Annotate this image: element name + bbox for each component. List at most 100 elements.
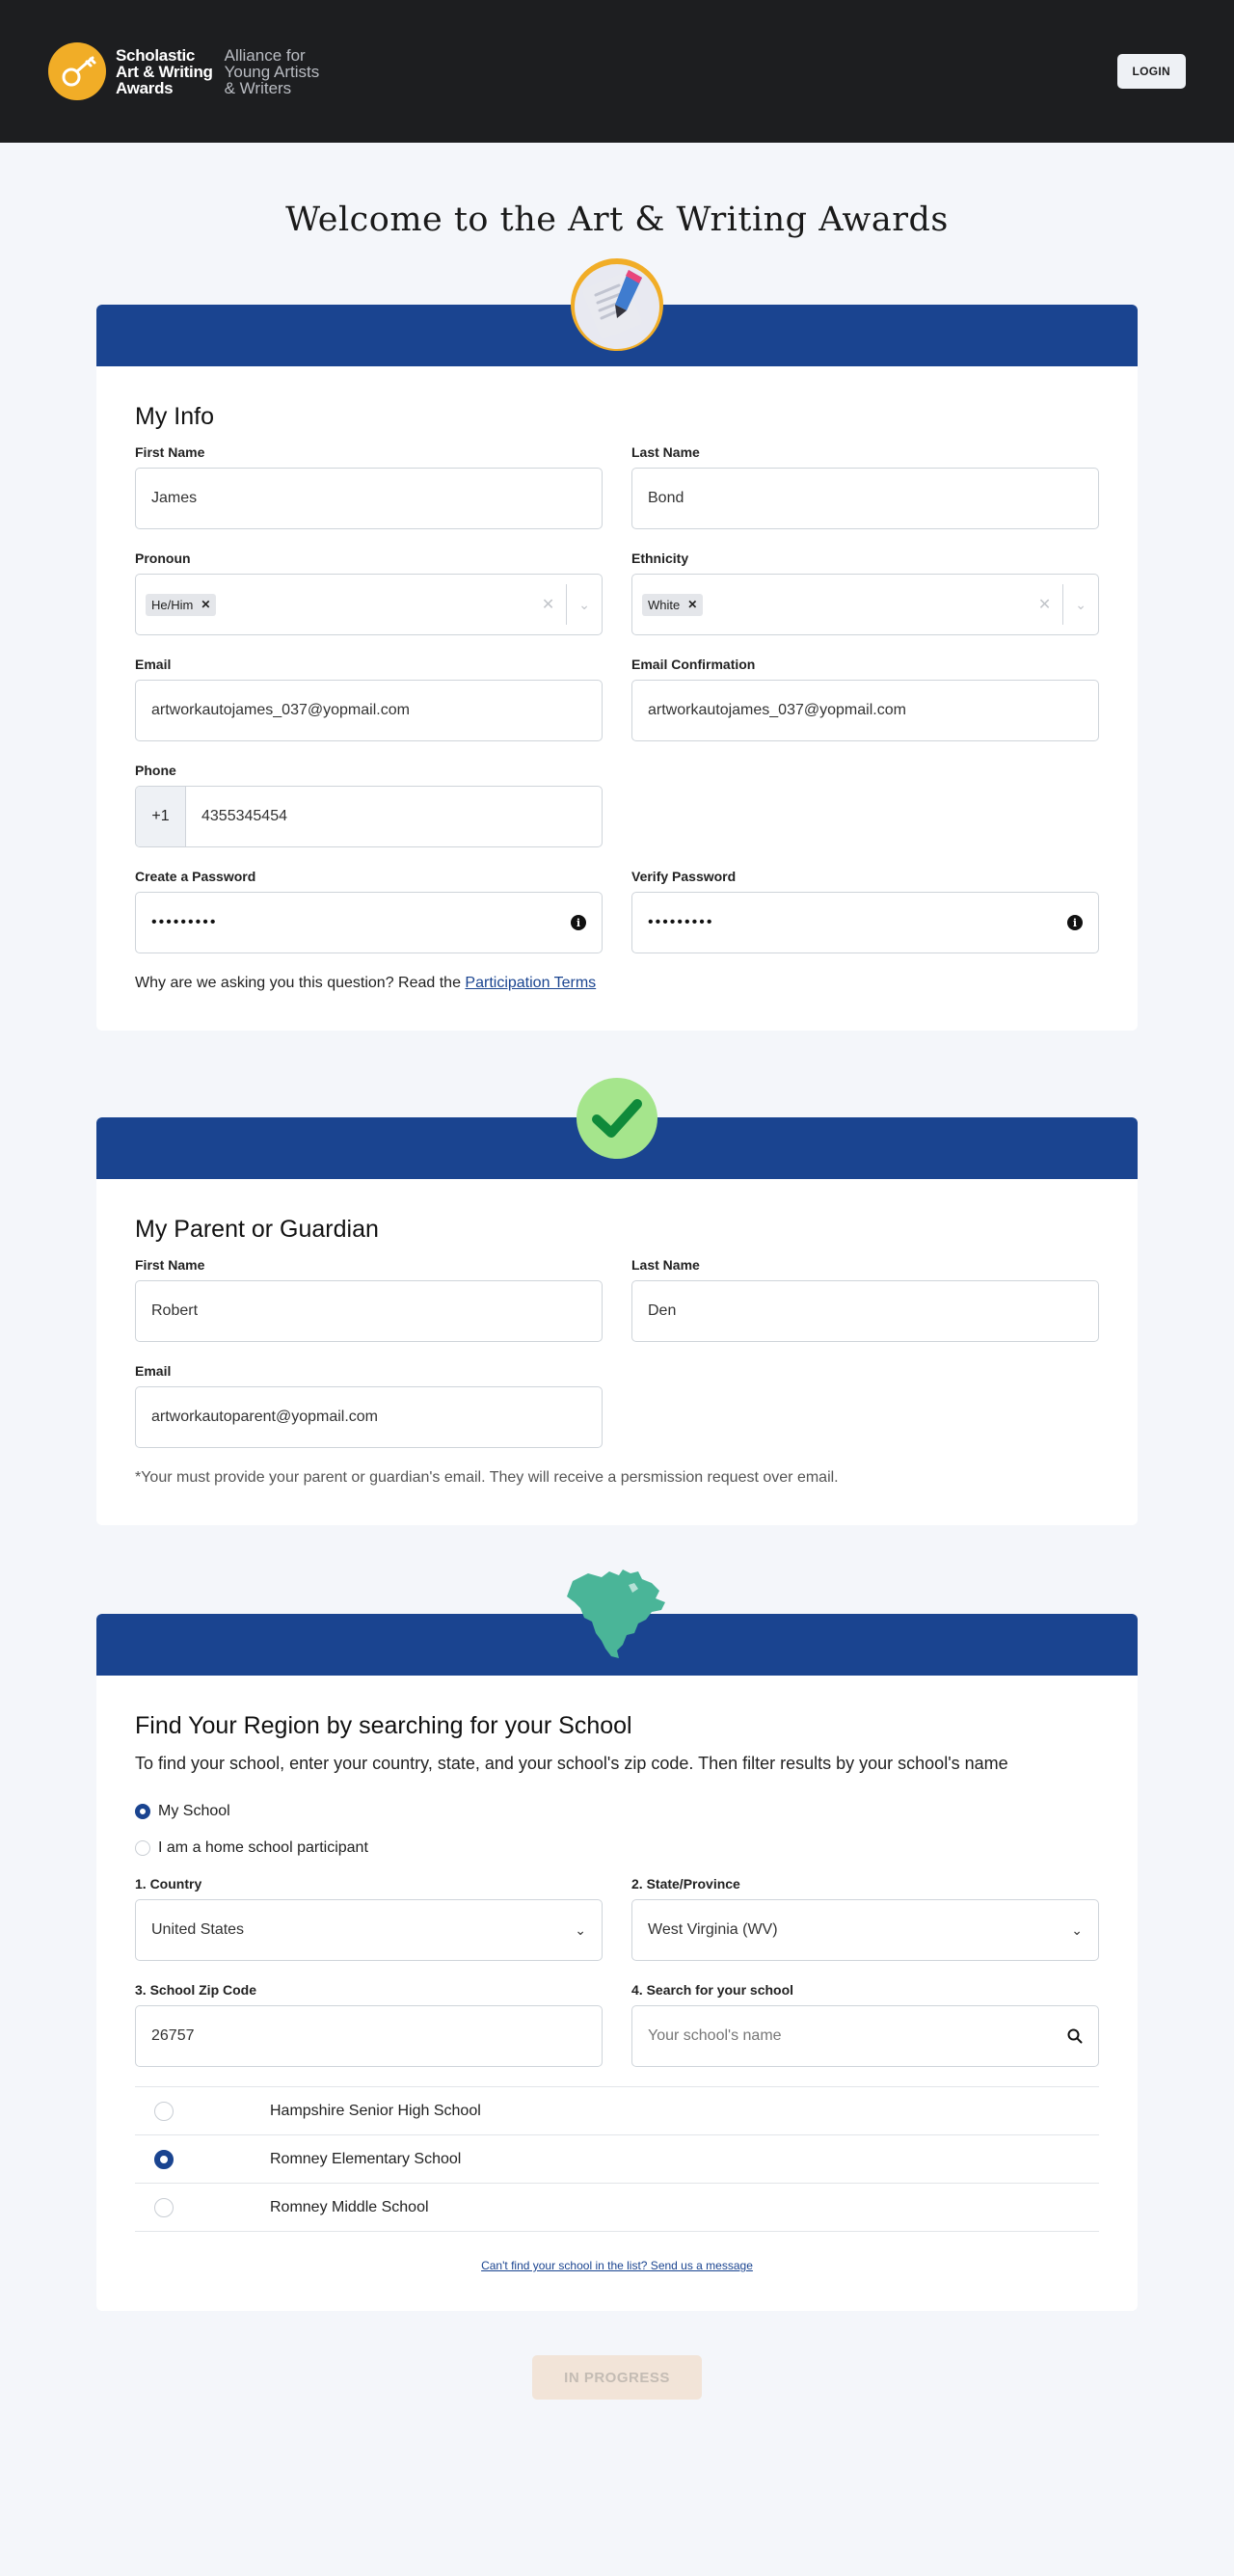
- ethnicity-label: Ethnicity: [631, 550, 689, 566]
- logo-line: Art & Writing: [116, 62, 213, 81]
- pronoun-select[interactable]: He/Him ✕ ✕ ⌄: [135, 574, 603, 635]
- section-heading: My Info: [135, 403, 214, 430]
- why-note: Why are we asking you this question? Rea…: [135, 975, 1099, 992]
- school-results-list: Hampshire Senior High School Romney Elem…: [135, 2086, 1099, 2232]
- school-result-row[interactable]: Romney Elementary School: [135, 2135, 1099, 2184]
- region-card: Find Your Region by searching for your S…: [96, 1676, 1138, 2311]
- guardian-last-name-input[interactable]: Den: [631, 1280, 1099, 1342]
- alliance-wordmark: Alliance for Young Artists & Writers: [225, 47, 320, 96]
- first-name-input[interactable]: James: [135, 468, 603, 529]
- chevron-down-icon: ⌄: [1071, 1921, 1083, 1938]
- password-value: •••••••••: [151, 914, 218, 930]
- option-label: I am a home school participant: [158, 1839, 368, 1856]
- region-section: Find Your Region by searching for your S…: [96, 1570, 1138, 2311]
- alliance-line: Young Artists: [224, 62, 320, 81]
- remove-tag-icon[interactable]: ✕: [687, 598, 697, 611]
- school-search-label: 4. Search for your school: [631, 1982, 794, 1998]
- clear-icon[interactable]: ✕: [530, 595, 566, 614]
- phone-input[interactable]: +1 4355345454: [135, 786, 603, 847]
- cant-find-school-link[interactable]: Can't find your school in the list? Send…: [135, 2259, 1099, 2272]
- verify-password-value: •••••••••: [648, 914, 714, 930]
- participation-terms-link[interactable]: Participation Terms: [465, 975, 596, 991]
- school-name: Romney Middle School: [270, 2198, 429, 2215]
- pencil-paper-icon: [569, 256, 665, 358]
- phone-label: Phone: [135, 763, 176, 778]
- alliance-line: & Writers: [224, 78, 292, 97]
- guardian-last-name-label: Last Name: [631, 1257, 700, 1273]
- guardian-card: My Parent or Guardian First Name Robert …: [96, 1179, 1138, 1525]
- section-heading: My Parent or Guardian: [135, 1216, 379, 1243]
- school-name: Romney Elementary School: [270, 2150, 462, 2167]
- country-value: United States: [151, 1921, 245, 1938]
- home-school-option[interactable]: I am a home school participant: [135, 1839, 1099, 1857]
- state-select[interactable]: West Virginia (WV) ⌄: [631, 1899, 1099, 1961]
- info-icon[interactable]: i: [571, 915, 586, 930]
- my-school-option[interactable]: My School: [135, 1803, 1099, 1820]
- phone-number[interactable]: 4355345454: [186, 808, 287, 825]
- checkmark-icon: [576, 1077, 658, 1165]
- guardian-email-label: Email: [135, 1363, 172, 1379]
- chevron-down-icon[interactable]: ⌄: [567, 597, 602, 613]
- school-name: Hampshire Senior High School: [270, 2102, 481, 2119]
- email-confirmation-input[interactable]: artworkautojames_037@yopmail.com: [631, 680, 1099, 741]
- guardian-first-name-input[interactable]: Robert: [135, 1280, 603, 1342]
- top-bar: Scholastic Art & Writing Awards Alliance…: [0, 0, 1234, 143]
- clear-icon[interactable]: ✕: [1027, 595, 1062, 614]
- school-radio[interactable]: [154, 2197, 174, 2217]
- option-label: My School: [158, 1803, 230, 1819]
- last-name-input[interactable]: Bond: [631, 468, 1099, 529]
- section-heading: Find Your Region by searching for your S…: [135, 1712, 632, 1739]
- north-america-map-icon: [559, 1564, 675, 1669]
- first-name-label: First Name: [135, 444, 205, 460]
- last-name-label: Last Name: [631, 444, 700, 460]
- site-logo[interactable]: Scholastic Art & Writing Awards Alliance…: [48, 42, 319, 100]
- ethnicity-select[interactable]: White ✕ ✕ ⌄: [631, 574, 1099, 635]
- school-radio[interactable]: [154, 2101, 174, 2121]
- verify-password-label: Verify Password: [631, 869, 737, 884]
- password-input[interactable]: ••••••••• i: [135, 892, 603, 953]
- state-value: West Virginia (WV): [648, 1921, 778, 1938]
- search-placeholder: Your school's name: [648, 2027, 782, 2044]
- chevron-down-icon[interactable]: ⌄: [1063, 597, 1098, 613]
- logo-wordmark: Scholastic Art & Writing Awards: [116, 47, 213, 96]
- submit-area: IN PROGRESS: [0, 2355, 1234, 2463]
- country-code: +1: [136, 787, 186, 846]
- school-search-input[interactable]: Your school's name: [631, 2005, 1099, 2067]
- login-button[interactable]: LOGIN: [1116, 54, 1186, 89]
- my-info-card: My Info First Name James Last Name Bond …: [96, 366, 1138, 1031]
- info-icon[interactable]: i: [1067, 915, 1083, 930]
- tag-label: White: [648, 597, 681, 612]
- zip-label: 3. School Zip Code: [135, 1982, 257, 1998]
- school-result-row[interactable]: Romney Middle School: [135, 2184, 1099, 2232]
- password-label: Create a Password: [135, 869, 256, 884]
- guardian-section: My Parent or Guardian First Name Robert …: [96, 1078, 1138, 1525]
- alliance-line: Alliance for: [224, 45, 306, 65]
- verify-password-input[interactable]: ••••••••• i: [631, 892, 1099, 953]
- state-label: 2. State/Province: [631, 1876, 740, 1892]
- school-result-row[interactable]: Hampshire Senior High School: [135, 2087, 1099, 2135]
- search-icon[interactable]: [1067, 2028, 1083, 2044]
- key-logo-icon: [48, 42, 106, 100]
- country-label: 1. Country: [135, 1876, 202, 1892]
- guardian-first-name-label: First Name: [135, 1257, 205, 1273]
- pronoun-tag: He/Him ✕: [146, 593, 217, 616]
- email-label: Email: [135, 657, 172, 672]
- pronoun-label: Pronoun: [135, 550, 191, 566]
- guardian-email-input[interactable]: artworkautoparent@yopmail.com: [135, 1386, 603, 1448]
- guardian-note: *Your must provide your parent or guardi…: [135, 1469, 839, 1486]
- email-input[interactable]: artworkautojames_037@yopmail.com: [135, 680, 603, 741]
- country-select[interactable]: United States ⌄: [135, 1899, 603, 1961]
- logo-line: Awards: [116, 78, 174, 97]
- radio-button[interactable]: [135, 1840, 150, 1856]
- submit-button[interactable]: IN PROGRESS: [532, 2355, 702, 2400]
- remove-tag-icon[interactable]: ✕: [201, 598, 210, 611]
- school-radio[interactable]: [154, 2149, 174, 2169]
- radio-button[interactable]: [135, 1804, 150, 1819]
- logo-line: Scholastic: [116, 45, 196, 65]
- tag-label: He/Him: [151, 597, 194, 612]
- ethnicity-tag: White ✕: [642, 593, 704, 616]
- region-description: To find your school, enter your country,…: [135, 1754, 1008, 1773]
- my-info-section: My Info First Name James Last Name Bond …: [96, 258, 1138, 1031]
- why-text: Why are we asking you this question? Rea…: [135, 975, 461, 991]
- zip-input[interactable]: 26757: [135, 2005, 603, 2067]
